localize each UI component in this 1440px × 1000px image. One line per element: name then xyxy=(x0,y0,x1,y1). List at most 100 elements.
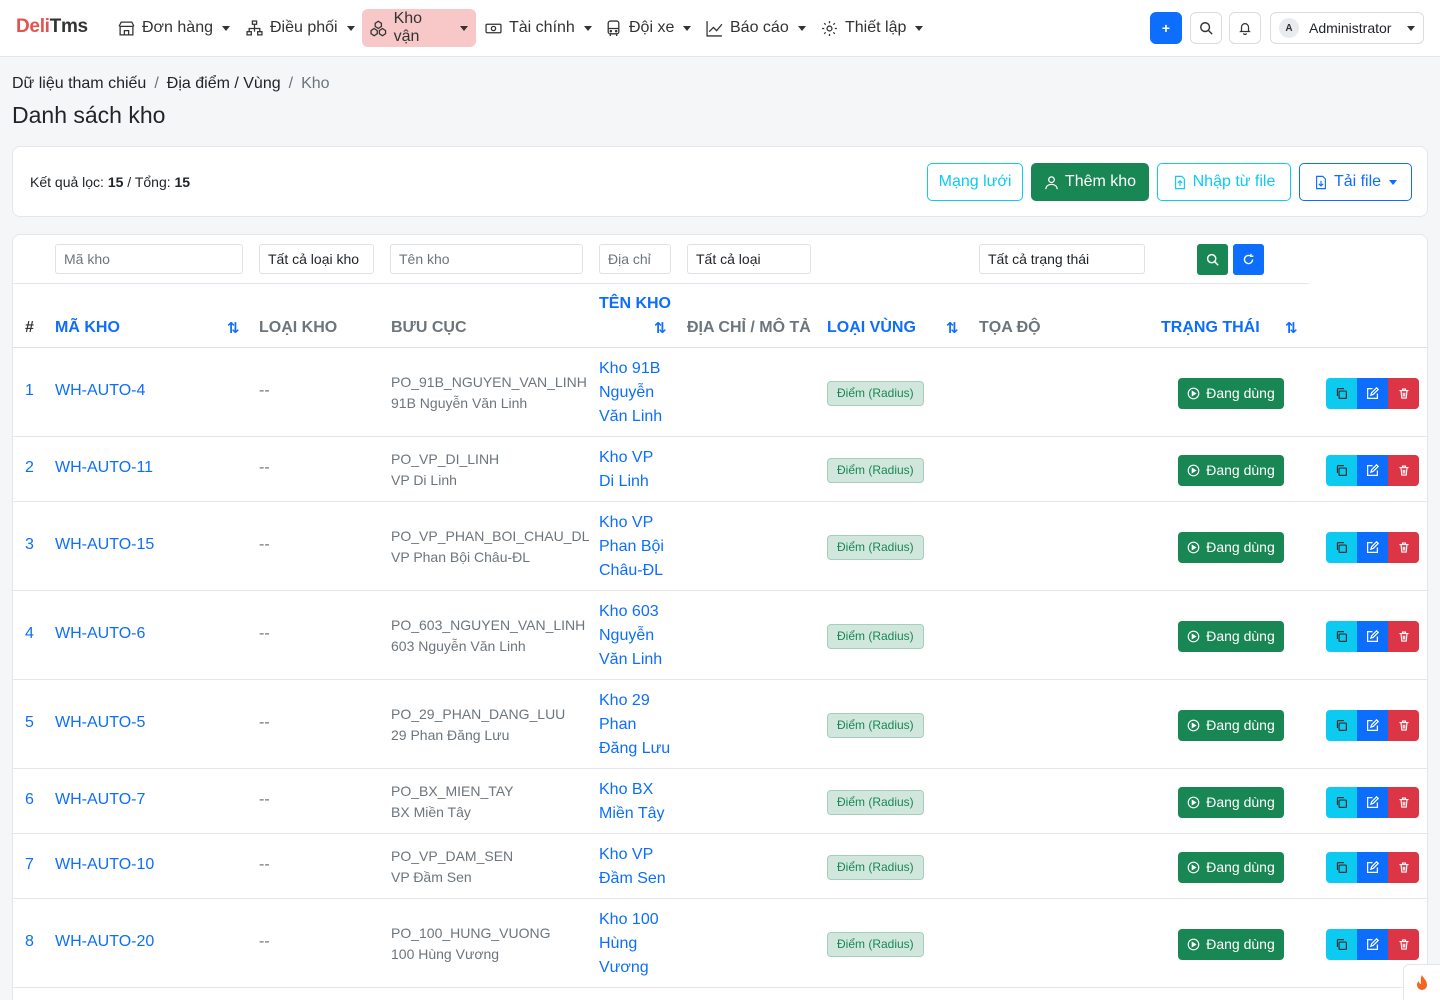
delete-button[interactable] xyxy=(1388,377,1419,409)
status-badge[interactable]: Đang dùng xyxy=(1178,620,1284,652)
warehouse-name-link[interactable]: Kho 29 Phan Đăng Lưu xyxy=(599,689,675,761)
status-badge[interactable]: Đang dùng xyxy=(1178,928,1284,960)
quick-add-button[interactable]: + xyxy=(1150,12,1182,44)
warehouse-code-link[interactable]: WH-AUTO-10 xyxy=(55,856,154,874)
brand-logo[interactable]: DeliTms xyxy=(16,16,88,38)
warehouse-name-link[interactable]: Kho VP Phan Bội Châu-ĐL xyxy=(599,511,675,583)
copy-button[interactable] xyxy=(1326,531,1357,563)
status-badge[interactable]: Đang dùng xyxy=(1178,454,1284,486)
delete-button[interactable] xyxy=(1388,928,1419,960)
copy-button[interactable] xyxy=(1326,786,1357,818)
copy-button[interactable] xyxy=(1326,377,1357,409)
delete-button[interactable] xyxy=(1388,709,1419,741)
filter-name-input[interactable]: Tên kho xyxy=(390,244,583,274)
nav-settings[interactable]: Thiết lập xyxy=(813,9,931,47)
warehouse-type: -- xyxy=(259,855,270,873)
edit-button[interactable] xyxy=(1357,620,1388,652)
warehouse-name-link[interactable]: Kho 100 Hùng Vương xyxy=(599,908,675,980)
filter-reset-button[interactable] xyxy=(1233,244,1264,275)
filter-status-select[interactable]: Tất cả trạng thái xyxy=(979,244,1145,274)
warehouse-name-line: Hùng xyxy=(599,934,638,952)
col-name-header[interactable]: Tên kho xyxy=(599,295,671,313)
download-file-dropdown[interactable]: Tải file xyxy=(1299,163,1412,201)
warehouse-code-link[interactable]: WH-AUTO-11 xyxy=(55,459,153,477)
delete-button[interactable] xyxy=(1388,531,1419,563)
nav-finance[interactable]: Tài chính xyxy=(477,9,600,47)
network-button[interactable]: Mạng lưới xyxy=(927,163,1023,201)
filter-search-button[interactable] xyxy=(1197,244,1228,275)
status-badge[interactable]: Đang dùng xyxy=(1178,531,1284,563)
edit-button[interactable] xyxy=(1357,377,1388,409)
warehouse-name-link[interactable]: Kho BX Miền Tây xyxy=(599,778,675,826)
add-warehouse-button[interactable]: Thêm kho xyxy=(1031,163,1149,201)
nav-reports[interactable]: Báo cáo xyxy=(698,9,814,47)
post-office: PO_29_PHAN_DANG_LUU 29 Phan Đăng Lưu xyxy=(391,704,565,746)
warehouse-code-link[interactable]: WH-AUTO-4 xyxy=(55,382,145,400)
edit-button[interactable] xyxy=(1357,928,1388,960)
nav-dispatch[interactable]: Điều phối xyxy=(238,9,363,47)
nav-fleet[interactable]: Đội xe xyxy=(597,9,699,47)
sort-icon[interactable]: ⇅ xyxy=(227,319,240,337)
copy-button[interactable] xyxy=(1326,709,1357,741)
breadcrumb-locations[interactable]: Địa điểm / Vùng xyxy=(167,75,281,93)
diagram-icon xyxy=(246,19,263,36)
edit-button[interactable] xyxy=(1357,851,1388,883)
copy-button[interactable] xyxy=(1326,620,1357,652)
filter-address-input[interactable]: Địa chỉ xyxy=(599,244,671,274)
col-code-header[interactable]: Mã kho xyxy=(55,319,120,337)
edit-button[interactable] xyxy=(1357,786,1388,818)
col-zone-header[interactable]: Loại vùng xyxy=(827,319,916,337)
refresh-icon xyxy=(1243,253,1254,265)
delete-button[interactable] xyxy=(1388,454,1419,486)
warehouse-code-link[interactable]: WH-AUTO-5 xyxy=(55,714,145,732)
sort-icon[interactable]: ⇅ xyxy=(1285,319,1298,337)
warehouse-code-link[interactable]: WH-AUTO-7 xyxy=(55,791,145,809)
play-circle-icon xyxy=(1187,630,1200,642)
import-file-button[interactable]: Nhập từ file xyxy=(1157,163,1291,201)
warehouse-name-link[interactable]: Kho VP Đầm Sen xyxy=(599,843,675,891)
status-badge[interactable]: Đang dùng xyxy=(1178,377,1284,409)
status-badge[interactable]: Đang dùng xyxy=(1178,851,1284,883)
delete-button[interactable] xyxy=(1388,851,1419,883)
warehouse-code-link[interactable]: WH-AUTO-20 xyxy=(55,933,154,951)
breadcrumb-separator: / xyxy=(288,75,294,92)
col-status-header[interactable]: Trạng thái xyxy=(1161,319,1260,337)
status-badge[interactable]: Đang dùng xyxy=(1178,786,1284,818)
table-row: 7 WH-AUTO-10 -- PO_VP_DAM_SEN VP Đầm Sen… xyxy=(13,834,1427,899)
edit-icon xyxy=(1367,795,1379,808)
warehouse-name-link[interactable]: Kho VP Di Linh xyxy=(599,446,675,494)
filter-code-input[interactable]: Mã kho xyxy=(55,244,243,274)
copy-button[interactable] xyxy=(1326,928,1357,960)
nav-warehouse[interactable]: Kho vận xyxy=(362,9,476,47)
warehouse-name-line: Miền Tây xyxy=(599,804,665,822)
fire-icon[interactable] xyxy=(1403,964,1440,1000)
status-badge[interactable]: Đang dùng xyxy=(1178,709,1284,741)
edit-button[interactable] xyxy=(1357,531,1388,563)
delete-button[interactable] xyxy=(1388,620,1419,652)
filter-type-select[interactable]: Tất cả loại kho xyxy=(259,244,374,274)
sort-icon[interactable]: ⇅ xyxy=(946,319,959,337)
filter-zone-select[interactable]: Tất cả loại xyxy=(687,244,811,274)
warehouse-type: -- xyxy=(259,932,270,950)
delete-button[interactable] xyxy=(1388,786,1419,818)
file-download-icon xyxy=(1315,175,1326,189)
sort-icon[interactable]: ⇅ xyxy=(654,319,667,337)
search-button[interactable] xyxy=(1190,12,1222,44)
user-menu-button[interactable]: A Administrator xyxy=(1270,12,1424,44)
post-office-name: 603 Nguyễn Văn Linh xyxy=(391,637,526,654)
warehouse-code-link[interactable]: WH-AUTO-6 xyxy=(55,625,145,643)
notifications-button[interactable] xyxy=(1229,12,1261,44)
row-index: 2 xyxy=(25,458,34,476)
copy-button[interactable] xyxy=(1326,454,1357,486)
warehouse-name-link[interactable]: Kho 603 Nguyễn Văn Linh xyxy=(599,600,675,672)
warehouse-type: -- xyxy=(259,535,270,553)
edit-button[interactable] xyxy=(1357,709,1388,741)
nav-orders[interactable]: Đơn hàng xyxy=(110,9,238,47)
warehouse-code-link[interactable]: WH-AUTO-15 xyxy=(55,536,154,554)
warehouse-name-link[interactable]: Kho 91B Nguyễn Văn Linh xyxy=(599,357,675,429)
edit-button[interactable] xyxy=(1357,454,1388,486)
copy-button[interactable] xyxy=(1326,851,1357,883)
divider xyxy=(13,283,1309,284)
breadcrumb-reference-data[interactable]: Dữ liệu tham chiếu xyxy=(12,75,146,93)
warehouse-name-line: Châu-ĐL xyxy=(599,561,664,579)
